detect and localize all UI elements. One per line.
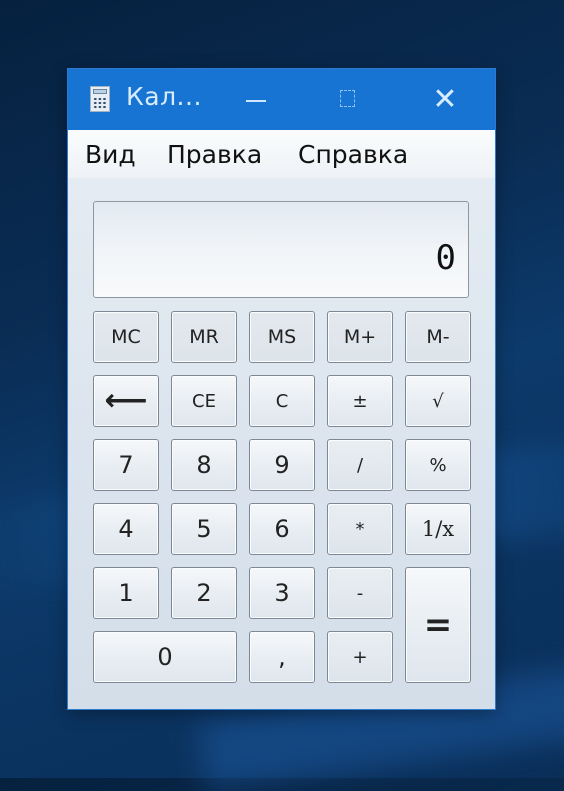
digit-5-button[interactable]: 5 bbox=[171, 503, 237, 555]
equals-button[interactable]: = bbox=[405, 567, 471, 683]
digit-0-button[interactable]: 0 bbox=[93, 631, 237, 683]
window-title: Кал... bbox=[126, 82, 202, 111]
digit-2-button[interactable]: 2 bbox=[171, 567, 237, 619]
menu-item-view[interactable]: Вид bbox=[85, 140, 136, 169]
memory-clear-button[interactable]: MC bbox=[93, 311, 159, 363]
digit-6-button[interactable]: 6 bbox=[249, 503, 315, 555]
multiply-button[interactable]: * bbox=[327, 503, 393, 555]
reciprocal-button[interactable]: 1/x bbox=[405, 503, 471, 555]
decimal-separator-button[interactable]: , bbox=[249, 631, 315, 683]
memory-recall-button[interactable]: MR bbox=[171, 311, 237, 363]
backspace-arrow-icon: ⟵ bbox=[104, 383, 148, 418]
close-icon: ✕ bbox=[432, 82, 458, 117]
clear-button[interactable]: C bbox=[249, 375, 315, 427]
result-display: 0 bbox=[93, 201, 469, 298]
menu-item-help[interactable]: Справка bbox=[298, 140, 408, 169]
calculator-window: Кал... ✕ Вид Правка Справка 0 MC MR MS M… bbox=[68, 69, 495, 709]
digit-1-button[interactable]: 1 bbox=[93, 567, 159, 619]
digit-9-button[interactable]: 9 bbox=[249, 439, 315, 491]
digit-4-button[interactable]: 4 bbox=[93, 503, 159, 555]
clear-entry-button[interactable]: CE bbox=[171, 375, 237, 427]
maximize-button[interactable] bbox=[313, 69, 383, 130]
digit-7-button[interactable]: 7 bbox=[93, 439, 159, 491]
digit-3-button[interactable]: 3 bbox=[249, 567, 315, 619]
subtract-button[interactable]: - bbox=[327, 567, 393, 619]
percent-button[interactable]: % bbox=[405, 439, 471, 491]
calculator-icon[interactable] bbox=[90, 86, 110, 112]
menu-bar: Вид Правка Справка bbox=[68, 130, 495, 178]
minimize-button[interactable] bbox=[220, 69, 290, 130]
close-button[interactable]: ✕ bbox=[410, 69, 480, 130]
menu-item-edit[interactable]: Правка bbox=[167, 140, 262, 169]
digit-8-button[interactable]: 8 bbox=[171, 439, 237, 491]
divide-button[interactable]: / bbox=[327, 439, 393, 491]
square-root-button[interactable]: √ bbox=[405, 375, 471, 427]
title-bar[interactable]: Кал... ✕ bbox=[68, 69, 495, 130]
display-value: 0 bbox=[435, 238, 456, 278]
memory-store-button[interactable]: MS bbox=[249, 311, 315, 363]
memory-add-button[interactable]: M+ bbox=[327, 311, 393, 363]
backspace-button[interactable]: ⟵ bbox=[93, 375, 159, 427]
add-button[interactable]: + bbox=[327, 631, 393, 683]
memory-subtract-button[interactable]: M- bbox=[405, 311, 471, 363]
negate-button[interactable]: ± bbox=[327, 375, 393, 427]
